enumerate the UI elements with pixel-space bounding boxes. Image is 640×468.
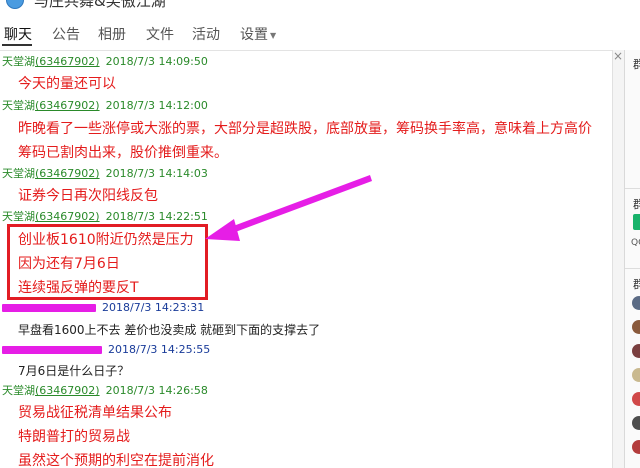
member-avatar[interactable] [632, 440, 640, 454]
member-avatar[interactable] [632, 344, 640, 358]
group-sidebar: 群 群 QQ 群 [624, 50, 640, 468]
group-avatar-icon [6, 0, 24, 9]
tab-bar: 聊天 公告 相册 文件 活动 设置 ▼ [0, 18, 640, 48]
tab-announcement[interactable]: 公告 [52, 24, 80, 44]
member-avatar[interactable] [632, 320, 640, 334]
chat-message-list[interactable]: 天堂湖(63467902) 2018/7/3 14:09:50 今天的量还可以 天… [0, 50, 624, 468]
sidebar-qq-label: QQ [631, 238, 640, 248]
sidebar-divider [625, 188, 640, 189]
tab-chat[interactable]: 聊天 [4, 24, 32, 44]
member-avatar[interactable] [632, 296, 640, 310]
sidebar-label: 群 [633, 56, 640, 72]
sidebar-divider [625, 268, 640, 269]
tab-settings-label: 设置 [240, 27, 268, 43]
tab-files[interactable]: 文件 [146, 24, 174, 44]
active-tab-indicator [2, 44, 32, 46]
tab-album[interactable]: 相册 [98, 24, 126, 44]
chat-scrollbar[interactable] [612, 50, 624, 468]
member-avatar[interactable] [632, 416, 640, 430]
tab-activity[interactable]: 活动 [192, 24, 220, 44]
tab-settings[interactable]: 设置 ▼ [240, 24, 276, 44]
sidebar-label: 群 [633, 196, 640, 212]
close-icon[interactable]: × [612, 50, 624, 62]
member-avatar[interactable] [632, 368, 640, 382]
member-avatar[interactable] [632, 392, 640, 406]
window-title: 与庄共舞&笑傲江湖 [34, 0, 166, 10]
app-badge-icon[interactable] [633, 214, 640, 230]
sidebar-label: 群 [633, 276, 640, 292]
chevron-down-icon: ▼ [270, 30, 277, 40]
window-title-bar: 与庄共舞&笑傲江湖 [0, 0, 640, 14]
annotation-arrow-icon [205, 175, 372, 241]
